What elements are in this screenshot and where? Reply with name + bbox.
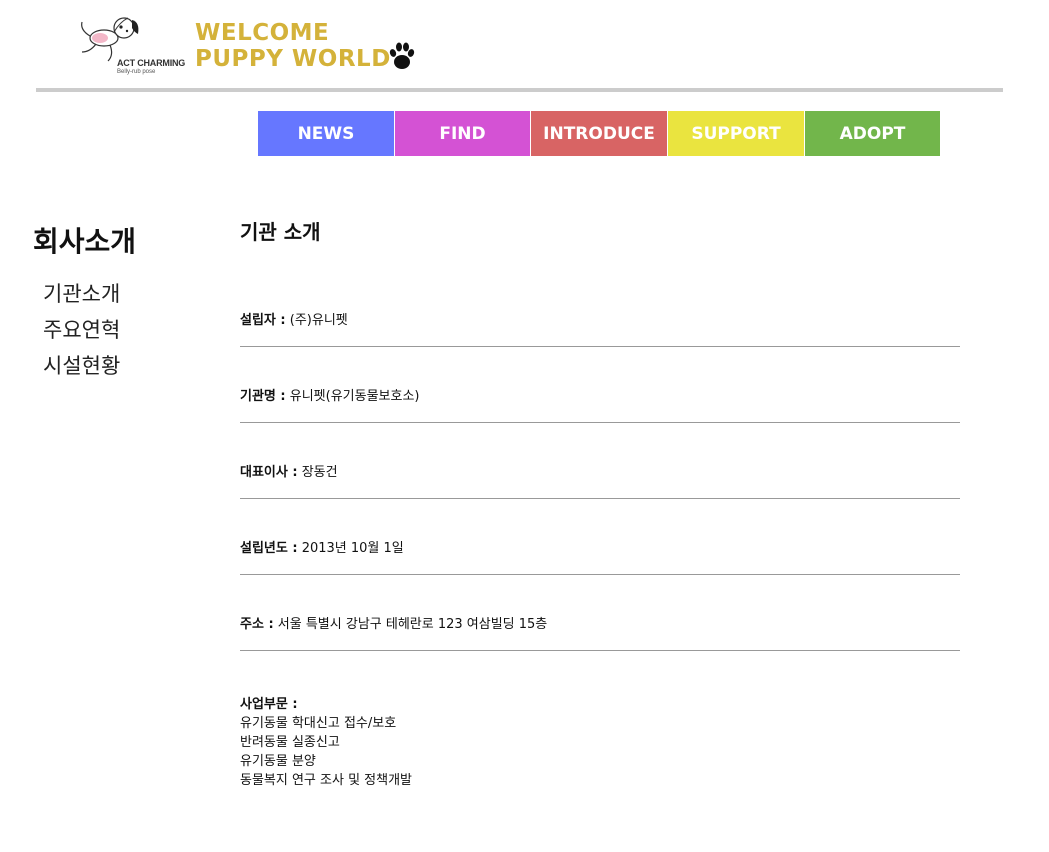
- info-label: 설립자 :: [240, 313, 286, 328]
- sidebar-item-history[interactable]: 주요연혁: [43, 312, 120, 348]
- info-value: 장동건: [301, 465, 338, 480]
- business-item: 유기동물 분양: [240, 754, 316, 769]
- info-value: 서울 특별시 강남구 테헤란로 123 여삼빌딩 15층: [277, 617, 548, 632]
- business-section: 사업부문 : 유기동물 학대신고 접수/보호 반려동물 실종신고 유기동물 분양…: [240, 695, 960, 790]
- nav-news[interactable]: NEWS: [258, 111, 394, 156]
- sidebar-menu: 기관소개 주요연혁 시설현황: [43, 276, 120, 384]
- info-value: (주)유니펫: [289, 313, 348, 328]
- nav-support[interactable]: SUPPORT: [668, 111, 804, 156]
- welcome-line-2: PUPPY WORLD: [195, 46, 391, 72]
- header-divider: [36, 88, 1003, 92]
- info-row-address: 주소 : 서울 특별시 강남구 테헤란로 123 여삼빌딩 15층: [240, 607, 960, 651]
- site-logo[interactable]: ACT CHARMING Belly-rub pose: [74, 8, 186, 78]
- sidebar-item-organization[interactable]: 기관소개: [43, 276, 120, 312]
- info-value: 유니펫(유기동물보호소): [289, 389, 420, 404]
- info-row-founder: 설립자 : (주)유니펫: [240, 303, 960, 347]
- business-label: 사업부문 :: [240, 697, 298, 712]
- main-nav: NEWS FIND INTRODUCE SUPPORT ADOPT: [258, 111, 940, 156]
- welcome-line-1: WELCOME: [195, 20, 330, 46]
- business-item: 유기동물 학대신고 접수/보호: [240, 716, 397, 731]
- business-item: 반려동물 실종신고: [240, 735, 340, 750]
- sidebar-title: 회사소개: [33, 225, 137, 258]
- nav-adopt[interactable]: ADOPT: [805, 111, 940, 156]
- info-value: 2013년 10월 1일: [301, 541, 404, 556]
- logo-tagline: Belly-rub pose: [117, 69, 156, 75]
- nav-find[interactable]: FIND: [395, 111, 530, 156]
- info-label: 설립년도 :: [240, 541, 298, 556]
- info-label: 기관명 :: [240, 389, 286, 404]
- business-item: 동물복지 연구 조사 및 정책개발: [240, 773, 413, 788]
- welcome-banner: WELCOME PUPPY WORLD: [195, 20, 391, 72]
- page-title: 기관 소개: [240, 220, 321, 244]
- info-label: 주소 :: [240, 617, 274, 632]
- paw-icon: [389, 42, 415, 69]
- nav-introduce[interactable]: INTRODUCE: [531, 111, 667, 156]
- logo-brand-name: ACT CHARMING: [117, 58, 186, 68]
- info-row-org-name: 기관명 : 유니펫(유기동물보호소): [240, 379, 960, 423]
- main-content: 기관 소개 설립자 : (주)유니펫 기관명 : 유니펫(유기동물보호소) 대표…: [240, 216, 960, 790]
- sidebar-item-facilities[interactable]: 시설현황: [43, 348, 120, 384]
- info-label: 대표이사 :: [240, 465, 298, 480]
- info-row-founded: 설립년도 : 2013년 10월 1일: [240, 531, 960, 575]
- info-row-ceo: 대표이사 : 장동건: [240, 455, 960, 499]
